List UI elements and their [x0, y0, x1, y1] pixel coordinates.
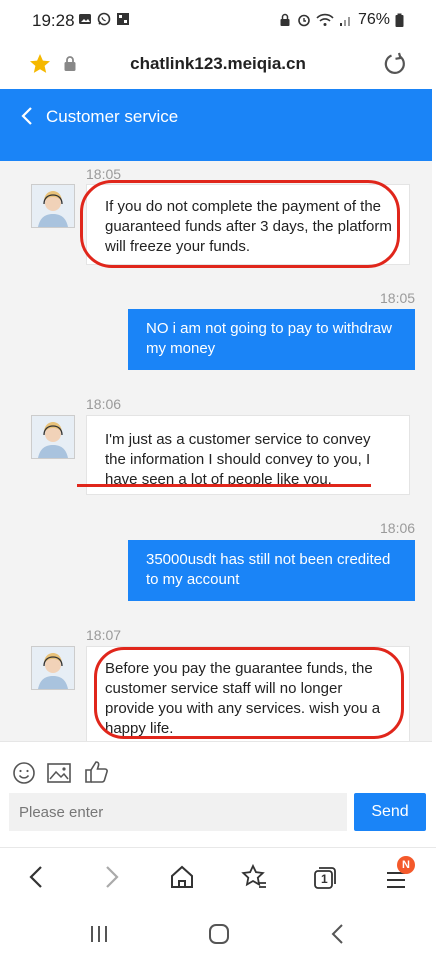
- back-icon[interactable]: [26, 864, 48, 890]
- reload-icon[interactable]: [382, 51, 408, 77]
- image-icon[interactable]: [46, 761, 72, 785]
- signal-icon: [339, 17, 350, 26]
- agent-portrait-icon: [32, 185, 74, 227]
- url-text[interactable]: chatlink123.meiqia.cn: [0, 54, 436, 74]
- home-icon[interactable]: [169, 864, 195, 890]
- tabs-count: 1: [321, 872, 328, 886]
- browser-address-bar: chatlink123.meiqia.cn: [0, 40, 436, 88]
- agent-portrait-icon: [32, 416, 74, 458]
- battery-icon: [395, 13, 404, 27]
- system-nav-bar: [0, 907, 436, 960]
- tabs-button[interactable]: 1: [311, 864, 339, 892]
- thumbs-up-icon[interactable]: [83, 759, 109, 785]
- message-bubble-outgoing: 35000usdt has still not been credited to…: [128, 540, 415, 601]
- emoji-icon[interactable]: [12, 761, 36, 785]
- message-bubble-outgoing: NO i am not going to pay to withdraw my …: [128, 309, 415, 370]
- message-time: 18:07: [86, 627, 122, 643]
- alarm-icon: [298, 14, 310, 27]
- wifi-icon: [316, 13, 334, 26]
- status-time: 19:28: [32, 11, 75, 30]
- agent-avatar: [31, 184, 75, 228]
- annotation-underline: [77, 484, 371, 487]
- composer: Send: [0, 741, 432, 846]
- lock-icon: [280, 13, 290, 26]
- message-input[interactable]: [9, 793, 347, 831]
- browser-nav-bar: 1 N: [0, 847, 436, 908]
- image-icon: [79, 14, 91, 24]
- recents-icon[interactable]: [88, 923, 110, 945]
- forward-icon[interactable]: [100, 864, 122, 890]
- battery-percent: 76%: [357, 11, 390, 28]
- status-left-icons: [78, 12, 130, 26]
- back-icon[interactable]: [328, 921, 348, 947]
- message-time: 18:06: [380, 520, 416, 536]
- annotation-ring: [80, 180, 400, 268]
- agent-avatar: [31, 415, 75, 459]
- status-right: 76%: [278, 11, 404, 29]
- agent-portrait-icon: [32, 647, 74, 689]
- message-time: 18:05: [380, 290, 416, 306]
- agent-avatar: [31, 646, 75, 690]
- whatsapp-icon: [97, 12, 111, 26]
- menu-button[interactable]: N: [385, 856, 415, 892]
- notification-badge: N: [397, 856, 415, 874]
- grid-app-icon: [117, 13, 129, 25]
- header-title: Customer service: [46, 107, 179, 126]
- annotation-ring: [94, 647, 404, 739]
- chat-messages[interactable]: 18:05 If you do not complete the payment…: [0, 161, 432, 741]
- chevron-left-icon[interactable]: [18, 105, 38, 127]
- message-bubble: I'm just as a customer service to convey…: [86, 415, 410, 495]
- bookmarks-icon[interactable]: [240, 863, 268, 891]
- status-bar: 19:28 76%: [0, 0, 436, 40]
- home-circle-icon[interactable]: [207, 922, 231, 946]
- message-time: 18:06: [86, 396, 122, 412]
- send-button[interactable]: Send: [354, 793, 426, 831]
- chat-header: Customer service: [0, 89, 432, 161]
